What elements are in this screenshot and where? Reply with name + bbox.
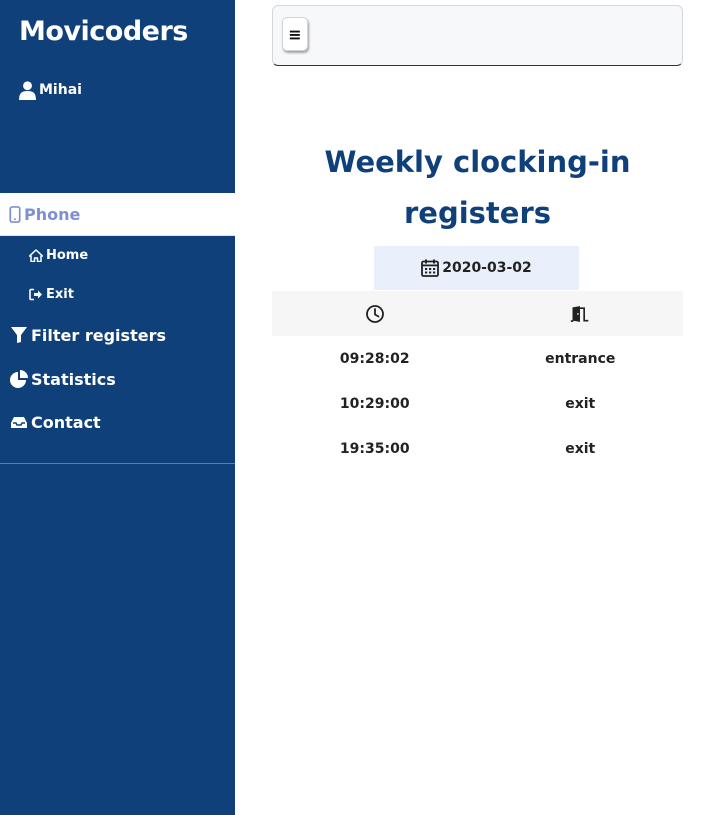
sidebar-item-contact[interactable]: Contact	[10, 410, 101, 434]
table-row: 09:28:02 entrance	[272, 336, 683, 381]
sidebar-item-label: Statistics	[31, 369, 116, 389]
page-title: Weekly clocking-in registers	[324, 145, 631, 230]
column-header-type	[478, 291, 684, 336]
user-icon	[19, 80, 36, 100]
sidebar-subitem-exit[interactable]: Exit	[29, 284, 74, 304]
sidebar-divider	[0, 463, 235, 464]
column-header-time	[272, 291, 478, 336]
row-time: 10:29:00	[339, 395, 410, 412]
sign-out-icon	[29, 288, 42, 300]
home-icon	[29, 248, 43, 262]
row-time: 09:28:02	[339, 350, 410, 367]
row-type: exit	[565, 395, 596, 412]
sidebar-subitem-label: Exit	[46, 286, 74, 302]
clock-icon	[365, 304, 384, 323]
top-navbar: ≡	[272, 5, 683, 66]
sidebar-item-phone[interactable]: Phone	[0, 193, 235, 236]
chart-pie-icon	[10, 370, 28, 388]
table-row: 10:29:00 exit	[272, 381, 683, 426]
table-header	[272, 291, 683, 336]
registers-table: 09:28:02 entrance 10:29:00 exit 19:35:00…	[272, 291, 683, 471]
user-name: Mihai	[39, 82, 82, 98]
sidebar-item-statistics[interactable]: Statistics	[10, 367, 116, 391]
date-header: 2020-03-02	[374, 246, 579, 290]
door-open-icon	[571, 305, 589, 322]
date-label: 2020-03-02	[442, 260, 532, 276]
sidebar-subitem-home[interactable]: Home	[29, 245, 88, 265]
filter-icon	[11, 327, 27, 343]
row-type: entrance	[545, 350, 616, 367]
brand-title[interactable]: Movicoders	[19, 16, 188, 47]
user-info[interactable]: Mihai	[19, 79, 82, 101]
row-type: exit	[565, 440, 596, 457]
sidebar-item-label: Phone	[24, 204, 81, 224]
mobile-icon	[9, 205, 21, 223]
sidebar: Movicoders Mihai Phone Home Exit Filter …	[0, 0, 235, 815]
calendar-icon	[421, 259, 440, 277]
table-row: 19:35:00 exit	[272, 426, 683, 471]
sidebar-item-filter-registers[interactable]: Filter registers	[10, 323, 166, 347]
row-time: 19:35:00	[339, 440, 410, 457]
hamburger-menu-button[interactable]: ≡	[282, 17, 308, 51]
sidebar-item-label: Contact	[31, 412, 101, 432]
sidebar-subitem-label: Home	[46, 247, 89, 263]
sidebar-item-label: Filter registers	[31, 325, 166, 345]
inbox-icon	[11, 417, 27, 428]
hamburger-icon: ≡	[288, 24, 302, 44]
